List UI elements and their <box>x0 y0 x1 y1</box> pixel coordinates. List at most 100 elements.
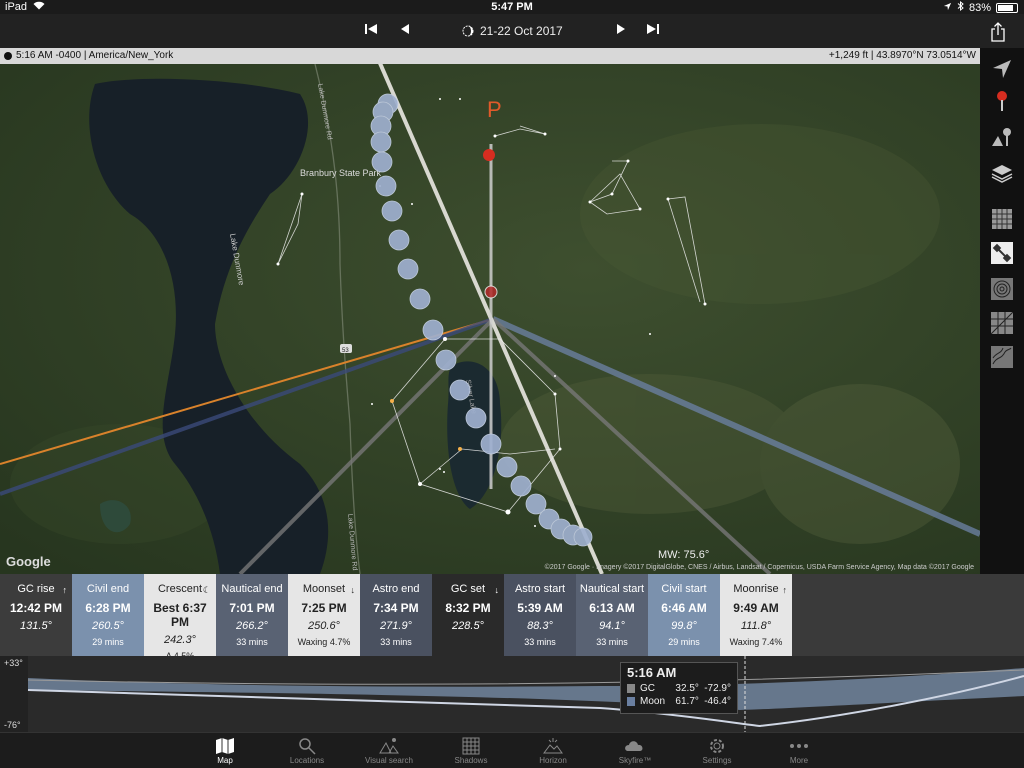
tooltip-row-moon: Moon 61.7° -46.4° <box>621 695 737 708</box>
date-selector[interactable]: 21-22 Oct 2017 <box>462 24 572 38</box>
tab-more[interactable]: More <box>758 733 840 768</box>
tab-locations[interactable]: Locations <box>266 733 348 768</box>
elevation-pin-button[interactable] <box>991 126 1013 148</box>
more-icon <box>758 736 840 756</box>
event-civil-end[interactable]: Civil end 6:28 PM 260.5° 29 mins <box>72 574 144 656</box>
tooltip-moon-az: -46.4° <box>704 696 731 707</box>
terrain-button[interactable] <box>991 278 1013 300</box>
event-detail: 33 mins <box>236 637 268 647</box>
event-time: 6:28 PM <box>85 601 131 615</box>
skip-back-button[interactable] <box>362 22 380 40</box>
event-civil-start[interactable]: Civil start 6:46 AM 99.8° 29 mins <box>648 574 720 656</box>
park-label: Branbury State Park <box>300 168 382 178</box>
tooltip-gc-az: -72.9° <box>704 683 731 694</box>
event-name: GC rise <box>17 583 55 595</box>
satellite-button[interactable] <box>991 242 1013 264</box>
event-azimuth: 228.5° <box>452 620 484 632</box>
event-azimuth: 260.5° <box>92 620 124 632</box>
status-time: 5:47 PM <box>491 1 533 13</box>
event-detail: 33 mins <box>596 637 628 647</box>
event-time: 12:42 PM <box>9 601 63 615</box>
share-icon <box>991 22 1005 42</box>
event-time: 5:39 AM <box>517 601 563 615</box>
secondary-pin[interactable] <box>484 285 498 299</box>
map-attribution: ©2017 Google · Imagery ©2017 DigitalGlob… <box>544 564 974 571</box>
event-azimuth: 88.3° <box>527 620 553 632</box>
event-name: Nautical start <box>579 583 645 595</box>
hybrid-button[interactable] <box>990 311 1014 335</box>
event-detail: Waxing 7.4% <box>729 637 783 647</box>
event-indicator-icon: ↓ <box>350 585 356 595</box>
event-time: 7:34 PM <box>373 601 419 615</box>
tab-label: Locations <box>289 756 325 765</box>
event-time: 7:25 PM <box>301 601 347 615</box>
layers-button[interactable] <box>991 162 1013 184</box>
tab-label: Shadows <box>454 756 488 765</box>
grid-button[interactable] <box>991 208 1013 230</box>
skip-forward-button[interactable] <box>644 22 662 40</box>
event-name: GC set <box>450 583 486 595</box>
step-forward-icon <box>617 24 625 34</box>
event-azimuth: 250.6° <box>308 620 340 632</box>
altitude-graph[interactable]: +33° -76° <box>0 656 1024 732</box>
topo-button[interactable] <box>991 346 1013 368</box>
tab-skyfire[interactable]: Skyfire™ <box>594 733 676 768</box>
topo-icon <box>991 346 1013 368</box>
event-moonrise[interactable]: Moonrise ↑ 9:49 AM 111.8° Waxing 7.4% <box>720 574 792 656</box>
battery-percent: 83% <box>968 1 991 14</box>
pin-button[interactable] <box>991 90 1013 112</box>
event-time: 7:01 PM <box>229 601 275 615</box>
event-indicator-icon: ☾ <box>202 585 211 595</box>
event-time: Best 6:37 PM <box>153 601 207 629</box>
location-arrow-icon <box>993 60 1011 78</box>
event-detail: 33 mins <box>380 637 412 647</box>
event-name: Civil start <box>661 583 707 595</box>
layers-icon <box>991 165 1013 183</box>
map-view[interactable]: Branbury State Park Lake Dunmore Lake Du… <box>0 64 980 574</box>
tab-bar: Map Locations Visual search Shadows Horizon S… <box>0 732 1024 768</box>
tab-label: Map <box>217 756 233 765</box>
date-label: 21-22 Oct 2017 <box>480 24 563 38</box>
share-button[interactable] <box>990 22 1008 42</box>
top-toolbar: 21-22 Oct 2017 <box>0 14 1024 48</box>
event-crescent[interactable]: Crescent☾Best 6:37 PM242.3°A 4.5% <box>144 574 216 661</box>
tooltip-gc-label: GC <box>640 683 656 694</box>
map-canvas: Branbury State Park Lake Dunmore Lake Du… <box>0 64 980 574</box>
event-astro-end[interactable]: Astro end 7:34 PM 271.9° 33 mins <box>360 574 432 656</box>
hybrid-grid-icon <box>990 311 1014 335</box>
step-forward-button[interactable] <box>612 22 630 40</box>
shadows-icon <box>430 736 512 756</box>
event-indicator-icon: ↑ <box>62 585 68 595</box>
google-logo: Google <box>6 554 51 569</box>
tab-visual-search[interactable]: Visual search <box>348 733 430 768</box>
red-pin-icon <box>997 91 1007 111</box>
event-nautical-start[interactable]: Nautical start 6:13 AM 94.1° 33 mins <box>576 574 648 656</box>
event-azimuth: 242.3° <box>164 634 196 646</box>
location-button[interactable] <box>991 58 1013 80</box>
gc-swatch <box>627 684 636 693</box>
tab-settings[interactable]: Settings <box>676 733 758 768</box>
status-bar: iPad 5:47 PM 83% <box>0 0 1024 14</box>
event-name: Nautical end <box>221 583 283 595</box>
tab-horizon[interactable]: Horizon <box>512 733 594 768</box>
tab-map[interactable]: Map <box>184 733 266 768</box>
primary-pin-label: P <box>487 97 502 122</box>
event-gc-rise[interactable]: GC rise ↑ 12:42 PM 131.5° <box>0 574 72 656</box>
tab-label: Visual search <box>365 756 413 765</box>
satellite-icon <box>991 242 1013 264</box>
event-moonset[interactable]: Moonset ↓ 7:25 PM 250.6° Waxing 4.7% <box>288 574 360 656</box>
event-detail: Waxing 4.7% <box>297 637 351 647</box>
event-name: Moonset <box>302 583 346 595</box>
event-nautical-end[interactable]: Nautical end 7:01 PM 266.2° 33 mins <box>216 574 288 656</box>
step-back-button[interactable] <box>396 22 414 40</box>
primary-pin[interactable] <box>483 149 495 161</box>
tooltip-row-gc: GC 32.5° -72.9° <box>621 682 737 695</box>
event-name: Astro end <box>372 583 420 595</box>
tab-shadows[interactable]: Shadows <box>430 733 512 768</box>
event-astro-start[interactable]: Astro start 5:39 AM 88.3° 33 mins <box>504 574 576 656</box>
tab-label: Horizon <box>539 756 567 765</box>
event-gc-set[interactable]: GC set ↓ 8:32 PM 228.5° <box>432 574 504 656</box>
location-coordinates: +1,249 ft | 43.8970°N 73.0514°W <box>828 50 976 61</box>
events-panel: GC rise ↑ 12:42 PM 131.5° Civil end 6:28 PM 26… <box>0 574 1024 661</box>
event-azimuth: 266.2° <box>236 620 268 632</box>
